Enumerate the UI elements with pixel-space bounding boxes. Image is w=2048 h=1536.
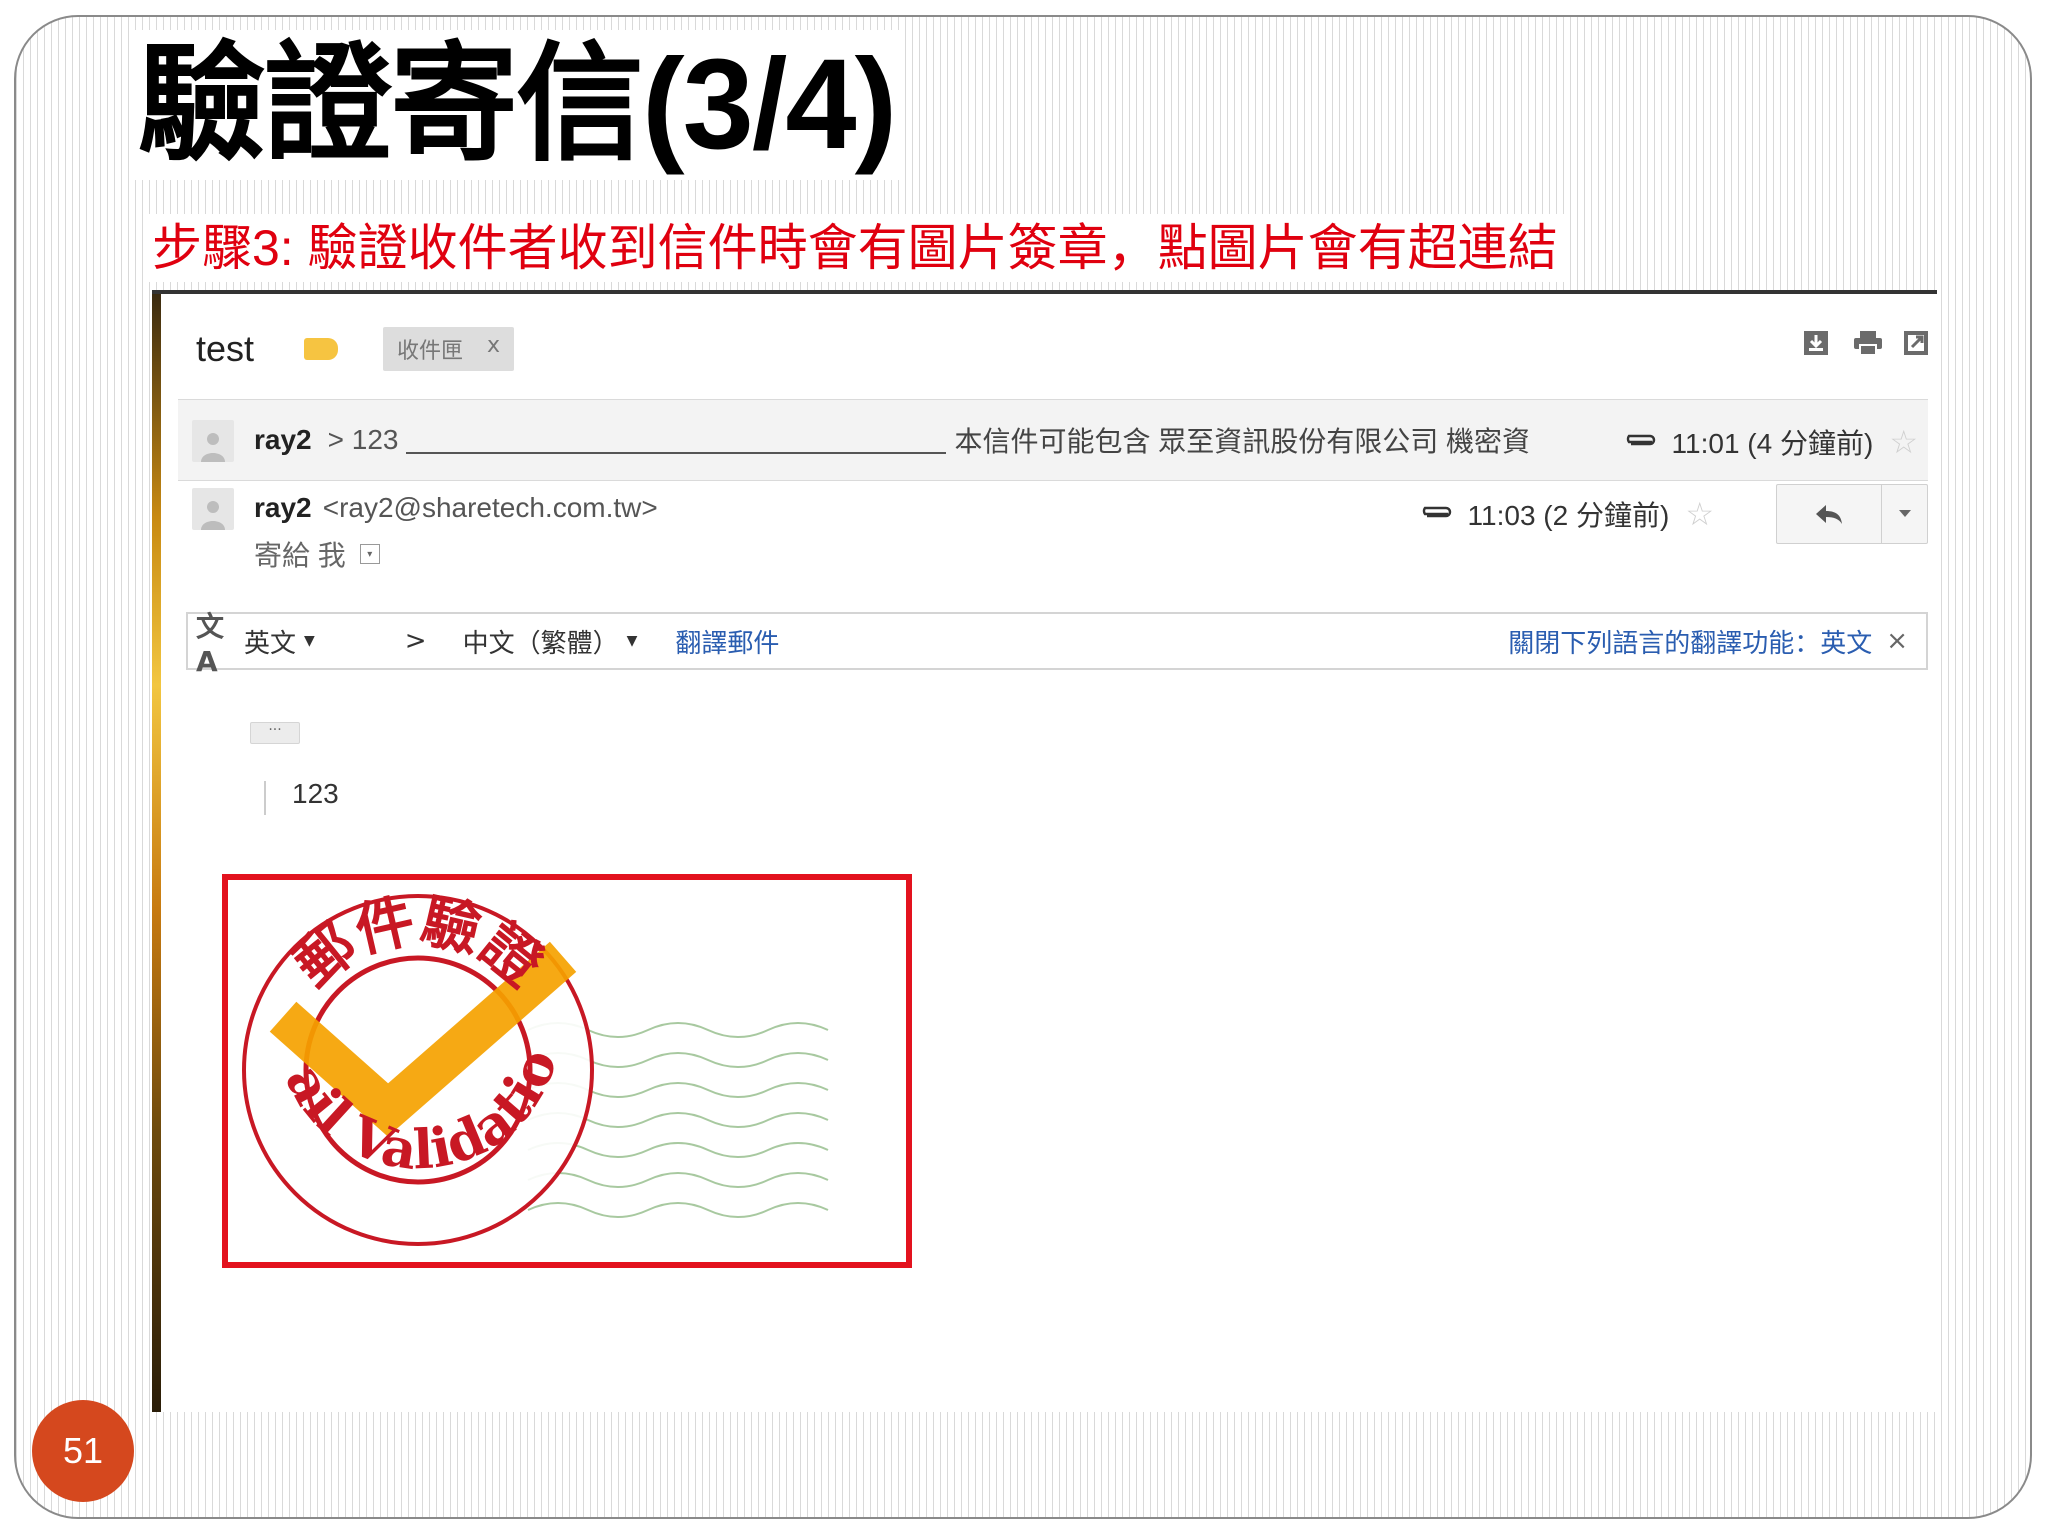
collapsed-snippet: 本信件可能包含 眾至資訊股份有限公司 機密資 <box>954 426 1531 457</box>
translate-message-link[interactable]: 翻譯郵件 <box>675 623 779 660</box>
sender-email: <ray2@sharetech.com.tw> <box>322 492 658 523</box>
star-icon[interactable]: ☆ <box>1889 423 1918 461</box>
collapsed-sender: ray2 <box>254 424 312 455</box>
email-body-text: 123 <box>292 778 339 809</box>
translate-icon: 文A <box>196 609 225 678</box>
person-icon <box>201 433 225 462</box>
inbox-label-text: 收件匣 <box>397 339 464 364</box>
star-icon[interactable]: ☆ <box>1685 495 1714 533</box>
show-details-icon[interactable]: ▾ <box>359 544 380 564</box>
new-window-icon[interactable] <box>1903 330 1929 356</box>
subject-row: test 收件匣 x <box>196 324 515 374</box>
source-language: 英文 <box>244 628 297 659</box>
mail-validation-stamp-image[interactable]: 郵件驗證 Mail Validation <box>198 829 912 1268</box>
collapsed-time: 11:01 (4 分鐘前) <box>1671 428 1874 459</box>
email-subject: test <box>196 328 255 369</box>
label-tag-icon[interactable] <box>304 338 339 360</box>
reply-button-group <box>1776 484 1928 544</box>
remove-label-button[interactable]: x <box>487 333 500 365</box>
chevron-down-icon: ▼ <box>304 633 315 649</box>
language-arrow: > <box>404 626 427 656</box>
slide-subtitle: 步驟3: 驗證收件者收到信件時會有圖片簽章，點圖片會有超連結 <box>146 214 1564 282</box>
slide-title: 驗證寄信(3/4) <box>130 30 904 180</box>
expanded-sender: ray2 <box>254 492 312 523</box>
source-language-dropdown[interactable]: 英文 ▼ <box>244 623 315 660</box>
target-language-dropdown[interactable]: 中文（繁體） ▼ <box>463 623 638 660</box>
collapsed-snippet-prefix: > 123 <box>327 424 399 455</box>
mail-validation-stamp-icon: 郵件驗證 Mail Validation <box>198 829 829 1246</box>
translate-bar: 文A 英文 ▼ > 中文（繁體） ▼ 翻譯郵件 關閉下列語言的翻譯功能：英文 × <box>186 610 1928 678</box>
target-language: 中文（繁體） <box>462 628 619 659</box>
expanded-message-header: ray2 <ray2@sharetech.com.tw> 寄給 我 ▾ 11:0… <box>178 484 1928 594</box>
more-options-icon[interactable] <box>1882 485 1927 543</box>
reply-icon <box>1816 505 1842 524</box>
collapsed-message-row[interactable]: ray2 > 123 本信件可能包含 眾至資訊股份有限公司 機密資 11:01 … <box>178 399 1928 481</box>
download-icon[interactable] <box>1803 330 1829 356</box>
chevron-down-icon: ▼ <box>626 633 638 649</box>
thread-actions <box>1803 330 1929 356</box>
show-trimmed-content-button[interactable]: ··· <box>250 722 300 744</box>
print-icon[interactable] <box>1853 330 1882 356</box>
sender-avatar <box>192 488 234 530</box>
close-translate-bar-button[interactable]: × <box>1886 626 1908 656</box>
recipient-line: 寄給 我 <box>254 540 346 571</box>
screenshot-edge-decoration <box>152 294 161 1412</box>
paperclip-icon <box>1626 434 1655 446</box>
reply-button[interactable] <box>1777 485 1882 543</box>
sender-avatar <box>192 420 234 462</box>
inbox-label-chip[interactable]: 收件匣 x <box>383 327 515 371</box>
email-screenshot: test 收件匣 x ray2 > 123 本信件可能包含 眾至資訊股份有限公司… <box>152 290 1937 1412</box>
page-number-badge: 51 <box>32 1400 134 1502</box>
quote-bar <box>264 781 266 815</box>
snippet-underline <box>406 426 947 454</box>
person-icon <box>201 501 225 530</box>
expanded-time: 11:03 (2 分鐘前) <box>1467 500 1670 531</box>
disable-translation-link[interactable]: 關閉下列語言的翻譯功能：英文 <box>1508 623 1872 660</box>
paperclip-icon <box>1422 506 1451 518</box>
